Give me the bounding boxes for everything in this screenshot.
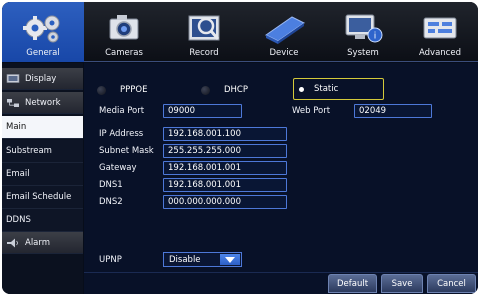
sidebar-item-ddns-label: DDNS bbox=[6, 215, 31, 225]
alarm-icon bbox=[7, 238, 18, 247]
chevron-down-icon[interactable] bbox=[220, 254, 240, 265]
top-tab-bar: General Cameras Record Device i System A… bbox=[2, 2, 478, 62]
media-port-label: Media Port bbox=[99, 106, 145, 116]
sidebar-item-email[interactable]: Email bbox=[2, 163, 83, 186]
sidebar-item-main-label: Main bbox=[6, 122, 27, 132]
hard-disk-icon bbox=[265, 16, 305, 44]
gateway-field[interactable] bbox=[163, 161, 287, 175]
display-icon bbox=[6, 73, 20, 83]
upnp-select-value: Disable bbox=[169, 254, 201, 265]
media-port-field[interactable] bbox=[163, 104, 242, 118]
radio-dot-selected bbox=[299, 86, 304, 92]
sidebar-item-network[interactable]: Network bbox=[2, 92, 83, 114]
mode-pppoe-label: PPPOE bbox=[120, 85, 148, 95]
network-icon bbox=[7, 98, 19, 107]
sidebar-item-display[interactable]: Display bbox=[2, 68, 83, 90]
tab-record[interactable]: Record bbox=[164, 2, 244, 62]
sidebar-item-email-schedule[interactable]: Email Schedule bbox=[2, 186, 83, 209]
mode-dhcp-radio[interactable]: DHCP bbox=[201, 83, 248, 97]
mode-static-radio[interactable]: Static bbox=[293, 78, 384, 100]
web-port-field[interactable] bbox=[354, 104, 432, 118]
tab-system-label: System bbox=[347, 48, 379, 58]
tab-cameras-label: Cameras bbox=[105, 48, 143, 58]
dns1-label: DNS1 bbox=[99, 180, 123, 190]
gateway-label: Gateway bbox=[99, 163, 137, 173]
sidebar-item-alarm[interactable]: Alarm bbox=[2, 232, 83, 254]
sidebar-item-email-label: Email bbox=[6, 169, 30, 179]
tab-general-label: General bbox=[26, 48, 60, 58]
sidebar-item-ddns[interactable]: DDNS bbox=[2, 209, 83, 232]
network-settings-panel: PPPOE DHCP Static Media Port Web Port IP… bbox=[84, 63, 478, 294]
dns2-field[interactable] bbox=[163, 195, 287, 209]
radio-dot bbox=[97, 85, 106, 95]
dns2-label: DNS2 bbox=[99, 197, 123, 207]
upnp-select[interactable]: Disable bbox=[163, 252, 242, 267]
sidebar-item-main[interactable]: Main bbox=[2, 116, 83, 139]
mode-pppoe-radio[interactable]: PPPOE bbox=[97, 83, 147, 97]
dropdown-arrow-icon bbox=[225, 256, 235, 263]
default-button[interactable]: Default bbox=[328, 274, 377, 293]
upnp-label: UPNP bbox=[99, 255, 122, 265]
sidebar-item-substream-label: Substream bbox=[6, 146, 52, 156]
sidebar-item-substream[interactable]: Substream bbox=[2, 140, 83, 163]
tab-advanced[interactable]: Advanced bbox=[402, 2, 478, 62]
ip-address-field[interactable] bbox=[163, 127, 287, 141]
footer-divider bbox=[84, 272, 478, 273]
save-button[interactable]: Save bbox=[381, 274, 423, 293]
advanced-settings-icon bbox=[423, 17, 457, 39]
mode-static-label: Static bbox=[314, 84, 339, 94]
sidebar-item-email-schedule-label: Email Schedule bbox=[6, 192, 72, 202]
tab-device[interactable]: Device bbox=[244, 2, 324, 62]
ip-address-label: IP Address bbox=[99, 129, 144, 139]
tab-device-label: Device bbox=[269, 48, 299, 58]
record-icon bbox=[188, 15, 220, 41]
mode-dhcp-label: DHCP bbox=[224, 85, 248, 95]
tab-general[interactable]: General bbox=[2, 2, 84, 62]
tab-record-label: Record bbox=[189, 48, 219, 58]
sidebar: Display Network Main Substream Email Ema… bbox=[2, 63, 83, 294]
dvr-settings-window: General Cameras Record Device i System A… bbox=[2, 2, 478, 294]
subnet-mask-field[interactable] bbox=[163, 144, 287, 158]
tab-advanced-label: Advanced bbox=[419, 48, 461, 58]
camera-icon bbox=[109, 15, 139, 40]
cancel-button[interactable]: Cancel bbox=[427, 274, 476, 293]
web-port-label: Web Port bbox=[292, 106, 331, 116]
svg-text:i: i bbox=[374, 32, 377, 42]
gear-icon bbox=[23, 15, 60, 43]
tab-cameras[interactable]: Cameras bbox=[84, 2, 164, 62]
sidebar-item-alarm-label: Alarm bbox=[25, 237, 51, 248]
tab-system[interactable]: i System bbox=[324, 2, 402, 62]
sidebar-item-display-label: Display bbox=[25, 73, 57, 84]
sidebar-item-network-label: Network bbox=[25, 97, 61, 108]
system-monitor-icon: i bbox=[345, 14, 383, 43]
radio-dot bbox=[201, 85, 210, 95]
dns1-field[interactable] bbox=[163, 178, 287, 192]
subnet-mask-label: Subnet Mask bbox=[99, 146, 154, 156]
